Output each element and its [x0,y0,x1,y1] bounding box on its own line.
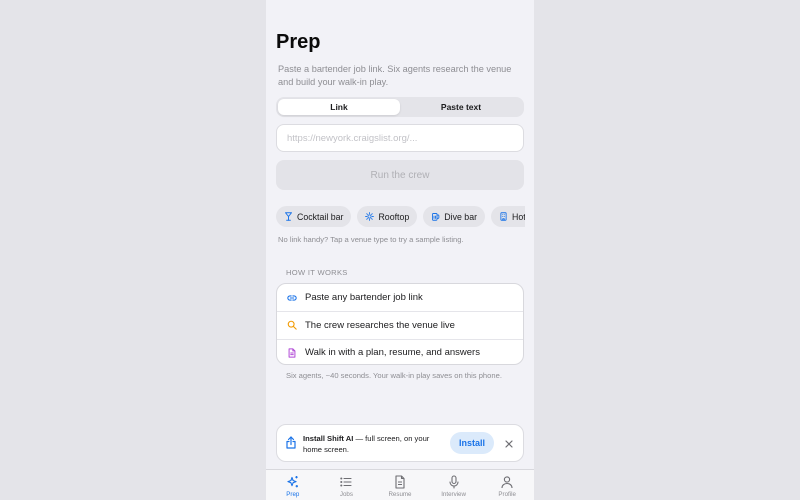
tab-label: Interview [441,491,466,498]
building-icon [500,212,507,221]
chip-dive-bar[interactable]: Dive bar [423,206,486,227]
bottom-tab-bar: Prep Jobs Resume Interview Profile [266,469,534,500]
tab-resume[interactable]: Resume [373,470,427,500]
list-item: Walk in with a plan, resume, and answers [277,338,523,364]
how-it-works-heading: HOW IT WORKS [286,268,348,277]
share-icon [286,436,296,449]
chip-hotel-bar[interactable]: Hotel bar [491,206,525,227]
install-banner-title: Install Shift AI [303,434,354,443]
close-banner-button[interactable] [502,437,516,451]
how-it-works-footnote: Six agents, ~40 seconds. Your walk-in pl… [286,371,502,380]
cocktail-glass-icon [285,212,292,221]
tab-interview[interactable]: Interview [427,470,481,500]
list-item: The crew researches the venue live [277,311,523,338]
tab-label: Resume [388,491,412,498]
chip-rooftop[interactable]: Rooftop [357,206,418,227]
mode-toggle: Link Paste text [276,97,524,117]
tab-link[interactable]: Link [278,99,400,115]
how-it-works-list: Paste any bartender job link The crew re… [276,283,524,365]
run-crew-button[interactable]: Run the crew [276,160,524,190]
step-text: Paste any bartender job link [305,292,423,304]
chip-label: Hotel bar [512,211,525,222]
tab-label: Prep [286,491,300,498]
chip-label: Cocktail bar [297,211,344,222]
tab-label: Jobs [339,491,353,498]
link-icon [287,295,297,301]
step-text: Walk in with a plan, resume, and answers [305,347,480,359]
tab-jobs[interactable]: Jobs [320,470,374,500]
install-banner-text: Install Shift AI — full screen, on your … [303,433,448,455]
chip-label: Rooftop [378,211,410,222]
job-link-input[interactable] [276,124,524,152]
sample-hint: No link handy? Tap a venue type to try a… [278,235,464,244]
tab-profile[interactable]: Profile [480,470,534,500]
tab-label: Profile [498,491,516,498]
page-subtitle: Paste a bartender job link. Six agents r… [278,64,512,87]
document-icon [395,475,405,489]
sun-icon [365,212,375,221]
list-icon [340,477,352,487]
document-icon [288,348,296,358]
close-icon [505,440,513,448]
microphone-icon [449,475,459,489]
venue-chip-row[interactable]: Cocktail bar Rooftop Dive bar Hotel bar [276,206,525,228]
beer-mug-icon [432,213,440,221]
page-title: Prep [276,31,321,53]
step-text: The crew researches the venue live [305,319,455,331]
app-screen: Prep Paste a bartender job link. Six age… [266,0,534,500]
list-item: Paste any bartender job link [277,284,523,311]
chip-cocktail-bar[interactable]: Cocktail bar [276,206,352,227]
person-icon [501,476,513,489]
search-icon [287,321,297,331]
chip-label: Dive bar [444,211,478,222]
install-banner: Install Shift AI — full screen, on your … [276,424,524,462]
tab-prep[interactable]: Prep [266,470,320,500]
tab-paste-text[interactable]: Paste text [400,99,522,115]
sparkles-icon [287,476,298,488]
install-button[interactable]: Install [450,432,494,454]
